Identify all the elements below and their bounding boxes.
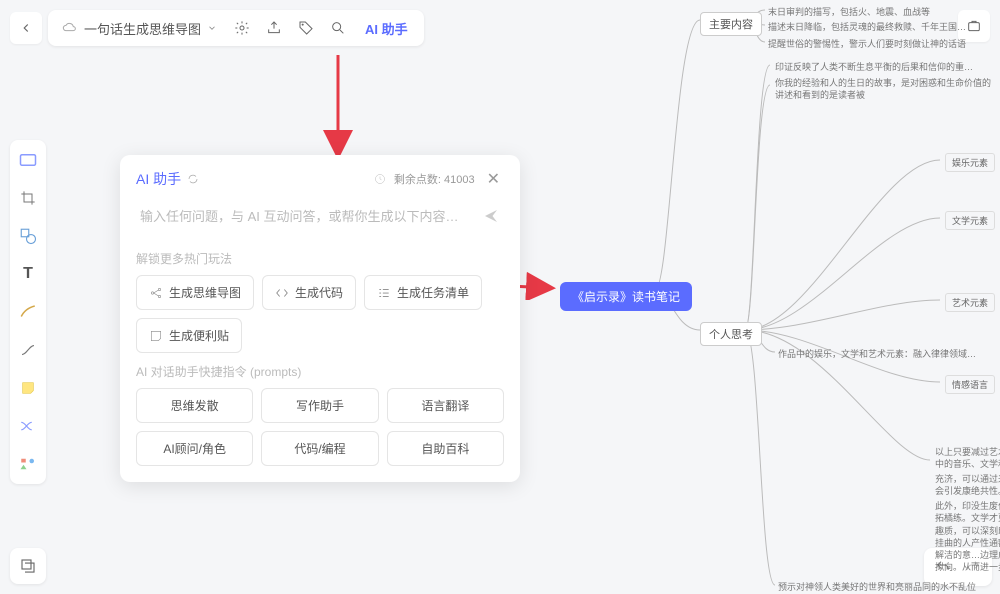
annotation-arrow-down	[300, 50, 360, 160]
back-button[interactable]	[10, 12, 42, 44]
layers-button[interactable]	[10, 548, 46, 584]
toolbar-pill: 一句话生成思维导图 AI 助手	[48, 10, 424, 46]
chip-coding[interactable]: 代码/编程	[261, 431, 378, 466]
document-title-text: 一句话生成思维导图	[84, 19, 201, 38]
chip-advisor[interactable]: AI顾问/角色	[136, 431, 253, 466]
mindmap-root-node[interactable]: 《启示录》读书笔记	[560, 282, 692, 311]
export-button[interactable]	[259, 13, 289, 43]
mindmap-para[interactable]: 拓橘练。文学才更中	[935, 511, 1000, 524]
chip-translate[interactable]: 语言翻译	[387, 388, 504, 423]
chip-row-2: 思维发散 写作助手 语言翻译	[136, 388, 504, 423]
mindmap-leaf[interactable]: 预示对神领人类美好的世界和亮丽品同的水不乱位	[778, 580, 976, 593]
mindmap-sub-emotion[interactable]: 情感语言	[945, 375, 995, 394]
chevron-left-icon	[19, 21, 33, 35]
mindmap-icon	[149, 286, 163, 300]
ai-panel-title: AI 助手	[136, 169, 199, 189]
tool-pen[interactable]	[14, 298, 42, 326]
tool-shuffle[interactable]	[14, 412, 42, 440]
checklist-icon	[377, 286, 391, 300]
mindmap-leaf[interactable]: 提醒世俗的警惕性，警示人们要时刻做让神的话语	[768, 37, 966, 50]
layers-icon	[19, 557, 37, 575]
clock-icon	[374, 173, 386, 185]
ai-panel-header: AI 助手 剩余点数: 41003 ✕	[136, 169, 504, 189]
ai-prompt-input[interactable]	[140, 209, 482, 224]
chip-generate-sticky[interactable]: 生成便利贴	[136, 318, 242, 353]
mindmap-canvas[interactable]: 《启示录》读书笔记 主要内容 末日审判的描写，包括火、地震、血战等 描述末日降临…	[560, 0, 1000, 594]
tool-shape[interactable]	[14, 222, 42, 250]
mindmap-sub-literature[interactable]: 文学元素	[945, 211, 995, 230]
chip-row-1b: 生成便利贴	[136, 318, 504, 353]
tag-icon	[298, 20, 314, 36]
section-prompts-label: AI 对话助手快捷指令 (prompts)	[136, 363, 504, 380]
mindmap-para[interactable]: 拟向。从而进一步维	[935, 560, 1000, 573]
mindmap-leaf[interactable]: 描述末日降临，包括灵魂的最终救赎、千年王国的到来等	[768, 20, 968, 33]
chip-generate-code[interactable]: 生成代码	[262, 275, 356, 310]
chip-generate-checklist[interactable]: 生成任务清单	[364, 275, 482, 310]
ai-assistant-panel: AI 助手 剩余点数: 41003 ✕ 解锁更多热门玩法 生成思维导图 生成代码…	[120, 155, 520, 482]
chip-generate-mindmap[interactable]: 生成思维导图	[136, 275, 254, 310]
chevron-down-icon	[207, 23, 217, 33]
settings-button[interactable]	[227, 13, 257, 43]
mindmap-para[interactable]: 会引发康绝共性。文	[935, 484, 1000, 497]
chip-row-3: AI顾问/角色 代码/编程 自助百科	[136, 431, 504, 466]
ai-input-row	[136, 199, 504, 240]
mindmap-leaf[interactable]: 印证反映了人类不断生息平衡的后果和信仰的重要性	[775, 60, 975, 73]
close-button[interactable]: ✕	[483, 169, 504, 189]
section-popular-label: 解锁更多热门玩法	[136, 250, 504, 267]
send-icon	[482, 207, 500, 225]
tool-more[interactable]	[14, 450, 42, 478]
refresh-icon[interactable]	[187, 173, 199, 185]
points-remaining: 剩余点数: 41003	[394, 171, 475, 187]
left-tool-sidebar: T	[10, 140, 46, 484]
mindmap-para[interactable]: 中的音乐、文学和艺	[935, 457, 1000, 470]
send-button[interactable]	[482, 207, 500, 225]
chip-wiki[interactable]: 自助百科	[387, 431, 504, 466]
mindmap-sub-art[interactable]: 艺术元素	[945, 293, 995, 312]
chip-diverge[interactable]: 思维发散	[136, 388, 253, 423]
ai-assistant-button[interactable]: AI 助手	[355, 19, 418, 38]
mindmap-branch-personal-thoughts[interactable]: 个人思考	[700, 322, 762, 346]
mindmap-sub-entertainment[interactable]: 娱乐元素	[945, 153, 995, 172]
sticky-icon	[149, 329, 163, 343]
search-button[interactable]	[323, 13, 353, 43]
mindmap-leaf[interactable]: 作品中的娱乐，文学和艺术元素：融入律律领域的的情感呈现	[778, 347, 978, 360]
tool-text[interactable]: T	[14, 260, 42, 288]
code-icon	[275, 286, 289, 300]
search-icon	[330, 20, 346, 36]
document-title[interactable]: 一句话生成思维导图	[54, 19, 225, 38]
mindmap-leaf[interactable]: 末日审判的描写，包括火、地震、血战等	[768, 5, 930, 18]
gear-icon	[234, 20, 250, 36]
mindmap-branch-main-content[interactable]: 主要内容	[700, 12, 762, 36]
chip-writing[interactable]: 写作助手	[261, 388, 378, 423]
cloud-icon	[62, 20, 78, 36]
tag-button[interactable]	[291, 13, 321, 43]
top-toolbar: 一句话生成思维导图 AI 助手	[10, 10, 424, 46]
tool-crop[interactable]	[14, 184, 42, 212]
tool-sticky[interactable]	[14, 374, 42, 402]
mindmap-leaf[interactable]: 你我的经验和人的生日的故事，是对困惑和生命价值的讲述和看到的是读者被	[775, 78, 995, 101]
tool-frame[interactable]	[14, 146, 42, 174]
chip-row-1: 生成思维导图 生成代码 生成任务清单	[136, 275, 504, 310]
export-icon	[266, 20, 282, 36]
tool-connector[interactable]	[14, 336, 42, 364]
